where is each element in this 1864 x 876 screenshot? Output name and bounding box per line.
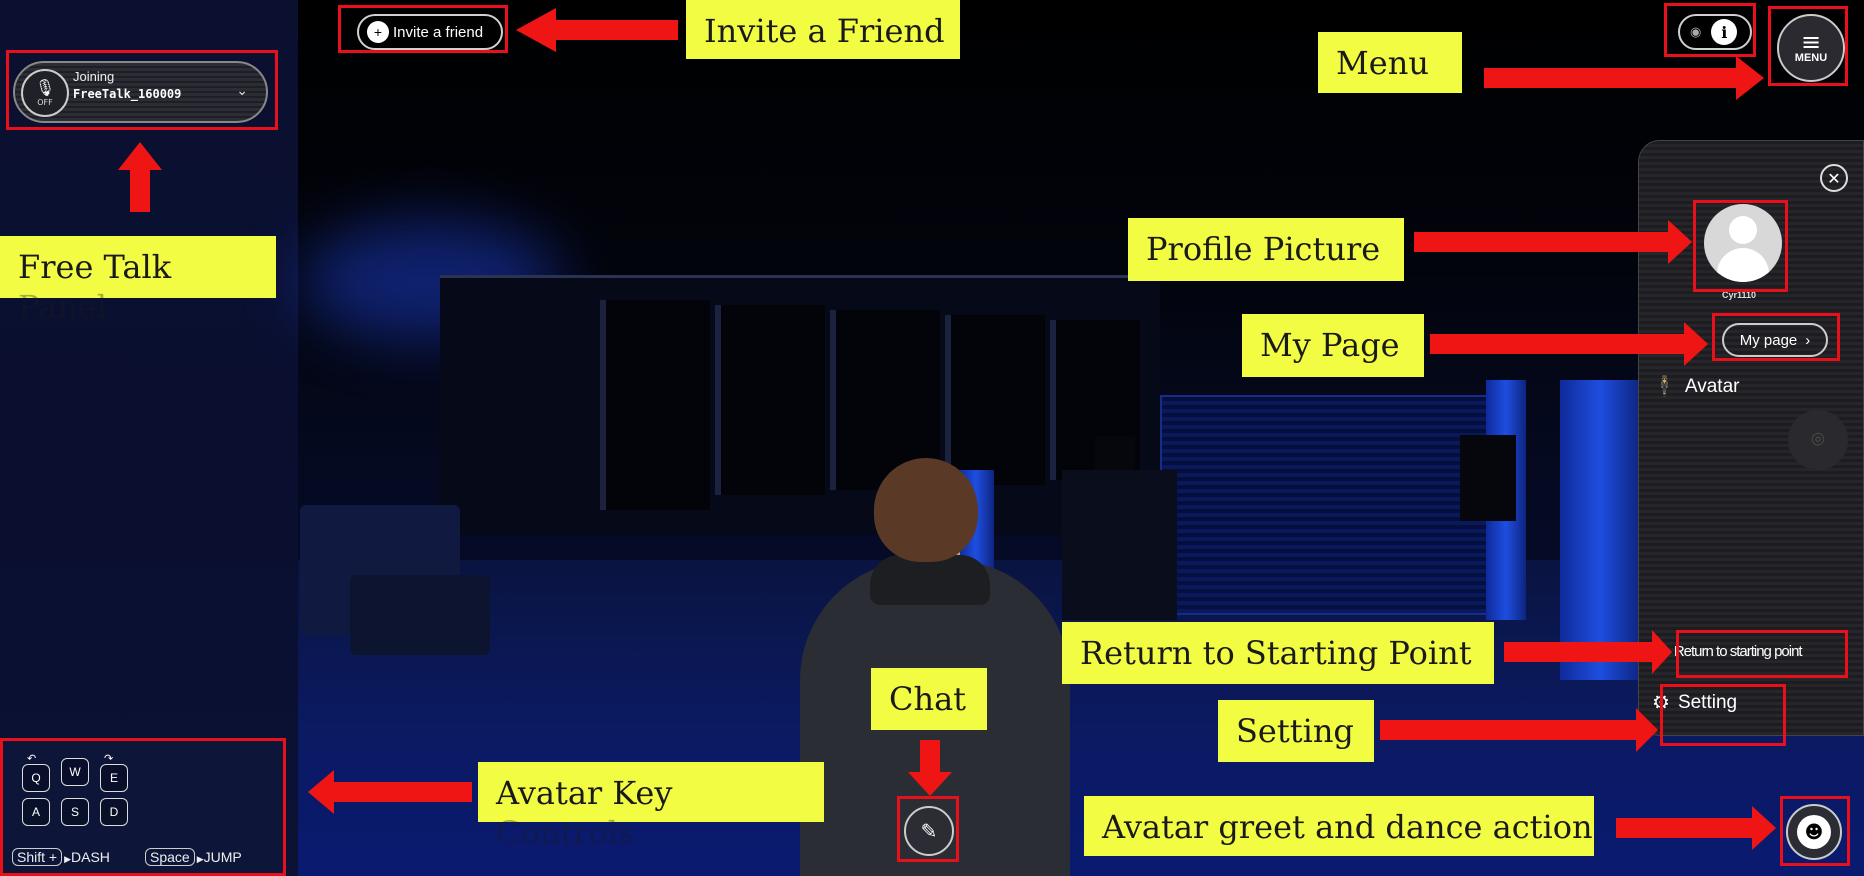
label-return-text: Return to Starting Point xyxy=(1080,634,1472,672)
highlight-keys xyxy=(0,738,286,876)
label-setting: Setting xyxy=(1218,700,1374,762)
label-free-talk: Free Talk Panel xyxy=(0,236,276,326)
label-my-page-text: My Page xyxy=(1260,326,1400,364)
return-icon: ⤶ xyxy=(1658,643,1666,659)
avatar-head xyxy=(874,458,978,562)
blue-pillar xyxy=(1560,380,1640,680)
label-chat: Chat xyxy=(871,668,987,730)
label-free-talk-text: Free Talk xyxy=(18,248,172,286)
label-profile: Profile Picture xyxy=(1128,218,1404,281)
label-invite: Invite a Friend xyxy=(686,0,960,59)
highlight-invite xyxy=(338,5,508,53)
label-my-page: My Page xyxy=(1242,314,1424,377)
highlight-return xyxy=(1676,630,1848,678)
label-free-talk-ghost: Panel xyxy=(18,288,107,326)
highlight-free-talk xyxy=(6,50,278,130)
window-pane xyxy=(715,305,825,495)
label-menu-text: Menu xyxy=(1336,44,1429,82)
sofa xyxy=(350,575,490,655)
label-profile-text: Profile Picture xyxy=(1146,230,1381,268)
speaker xyxy=(1460,435,1516,521)
label-setting-text: Setting xyxy=(1236,712,1354,750)
speaker-stand xyxy=(1062,470,1177,620)
camera-icon[interactable]: ⌾ xyxy=(1788,410,1848,470)
highlight-greet xyxy=(1780,796,1850,866)
avatar-collar xyxy=(870,555,990,605)
close-icon[interactable]: ✕ xyxy=(1820,164,1848,192)
label-key-controls-text: Avatar Key xyxy=(496,774,673,812)
label-greet-text: Avatar greet and dance action xyxy=(1102,808,1593,846)
avatar-figure-icon: 🕴 xyxy=(1652,376,1677,398)
label-menu: Menu xyxy=(1318,32,1462,93)
highlight-profile xyxy=(1693,200,1788,292)
highlight-setting xyxy=(1660,684,1786,746)
label-key-controls-ghost: Controls xyxy=(496,814,635,852)
highlight-info xyxy=(1664,3,1756,57)
highlight-menu xyxy=(1768,6,1848,86)
label-greet: Avatar greet and dance action xyxy=(1084,796,1594,856)
label-return: Return to Starting Point xyxy=(1062,622,1494,684)
avatar-menu-item[interactable]: 🕴 Avatar xyxy=(1652,374,1739,399)
window-pane xyxy=(945,315,1045,485)
avatar-label: Avatar xyxy=(1684,375,1740,397)
speaker-wall xyxy=(1160,395,1490,615)
highlight-chat xyxy=(897,796,959,862)
highlight-my-page xyxy=(1712,313,1840,361)
window-pane xyxy=(600,300,710,510)
label-invite-text: Invite a Friend xyxy=(704,12,945,50)
label-chat-text: Chat xyxy=(889,680,967,718)
label-key-controls: Avatar Key Controls xyxy=(478,762,824,852)
